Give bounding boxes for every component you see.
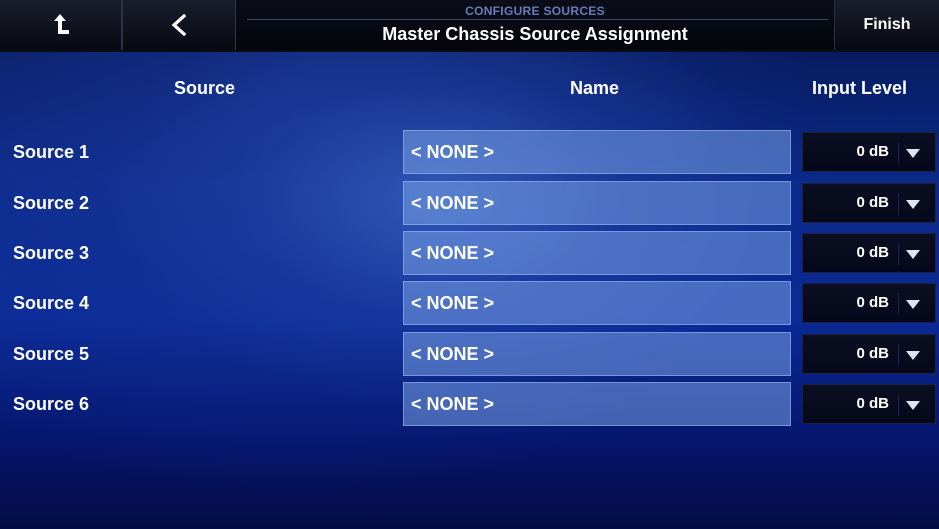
source-label: Source 5 xyxy=(13,344,90,364)
source-name-field[interactable]: < NONE > xyxy=(403,181,791,225)
source-label: Source 4 xyxy=(13,293,90,313)
input-level-dropdown[interactable]: 0 dB xyxy=(802,384,936,424)
finish-button[interactable]: Finish xyxy=(834,0,939,50)
source-name-field[interactable]: < NONE > xyxy=(403,281,791,325)
source-name-value: < NONE > xyxy=(411,142,495,162)
source-name-value: < NONE > xyxy=(411,243,495,263)
home-up-arrow-icon xyxy=(51,12,71,38)
page-subtitle: CONFIGURE SOURCES xyxy=(465,4,605,18)
source-label: Source 3 xyxy=(13,243,90,263)
source-row-1: Source 1 < NONE > 0 dB xyxy=(0,130,939,175)
source-label: Source 2 xyxy=(13,193,90,213)
back-button[interactable] xyxy=(122,0,236,50)
triangle-down-icon xyxy=(898,394,927,416)
column-header-input-level: Input Level xyxy=(812,78,908,98)
source-name-value: < NONE > xyxy=(411,193,495,213)
source-label: Source 1 xyxy=(13,142,90,162)
source-row-2: Source 2 < NONE > 0 dB xyxy=(0,181,939,226)
input-level-value: 0 dB xyxy=(856,143,889,160)
title-divider xyxy=(247,19,829,20)
triangle-down-icon xyxy=(898,243,927,265)
top-bar: CONFIGURE SOURCES Master Chassis Source … xyxy=(0,0,939,52)
source-name-field[interactable]: < NONE > xyxy=(403,382,791,426)
source-row-3: Source 3 < NONE > 0 dB xyxy=(0,231,939,276)
home-button[interactable] xyxy=(0,0,122,50)
page-title: Master Chassis Source Assignment xyxy=(382,24,688,44)
source-name-field[interactable]: < NONE > xyxy=(403,231,791,275)
input-level-dropdown[interactable]: 0 dB xyxy=(802,132,936,172)
chevron-left-icon xyxy=(170,14,188,36)
column-header-name: Name xyxy=(570,78,620,98)
source-name-value: < NONE > xyxy=(411,344,495,364)
source-name-field[interactable]: < NONE > xyxy=(403,130,791,174)
source-name-value: < NONE > xyxy=(411,293,495,313)
triangle-down-icon xyxy=(898,344,927,366)
input-level-value: 0 dB xyxy=(856,395,889,412)
source-row-4: Source 4 < NONE > 0 dB xyxy=(0,281,939,326)
input-level-dropdown[interactable]: 0 dB xyxy=(802,233,936,273)
source-name-value: < NONE > xyxy=(411,394,495,414)
source-name-field[interactable]: < NONE > xyxy=(403,332,791,376)
input-level-value: 0 dB xyxy=(856,345,889,362)
source-label: Source 6 xyxy=(13,394,90,414)
source-row-5: Source 5 < NONE > 0 dB xyxy=(0,332,939,377)
input-level-dropdown[interactable]: 0 dB xyxy=(802,183,936,223)
triangle-down-icon xyxy=(898,193,927,215)
triangle-down-icon xyxy=(898,293,927,315)
input-level-value: 0 dB xyxy=(856,294,889,311)
title-area: CONFIGURE SOURCES Master Chassis Source … xyxy=(237,0,833,50)
input-level-dropdown[interactable]: 0 dB xyxy=(802,334,936,374)
input-level-value: 0 dB xyxy=(856,244,889,261)
column-header-source: Source xyxy=(174,78,236,98)
input-level-value: 0 dB xyxy=(856,194,889,211)
source-row-6: Source 6 < NONE > 0 dB xyxy=(0,382,939,427)
triangle-down-icon xyxy=(898,142,927,164)
input-level-dropdown[interactable]: 0 dB xyxy=(802,283,936,323)
